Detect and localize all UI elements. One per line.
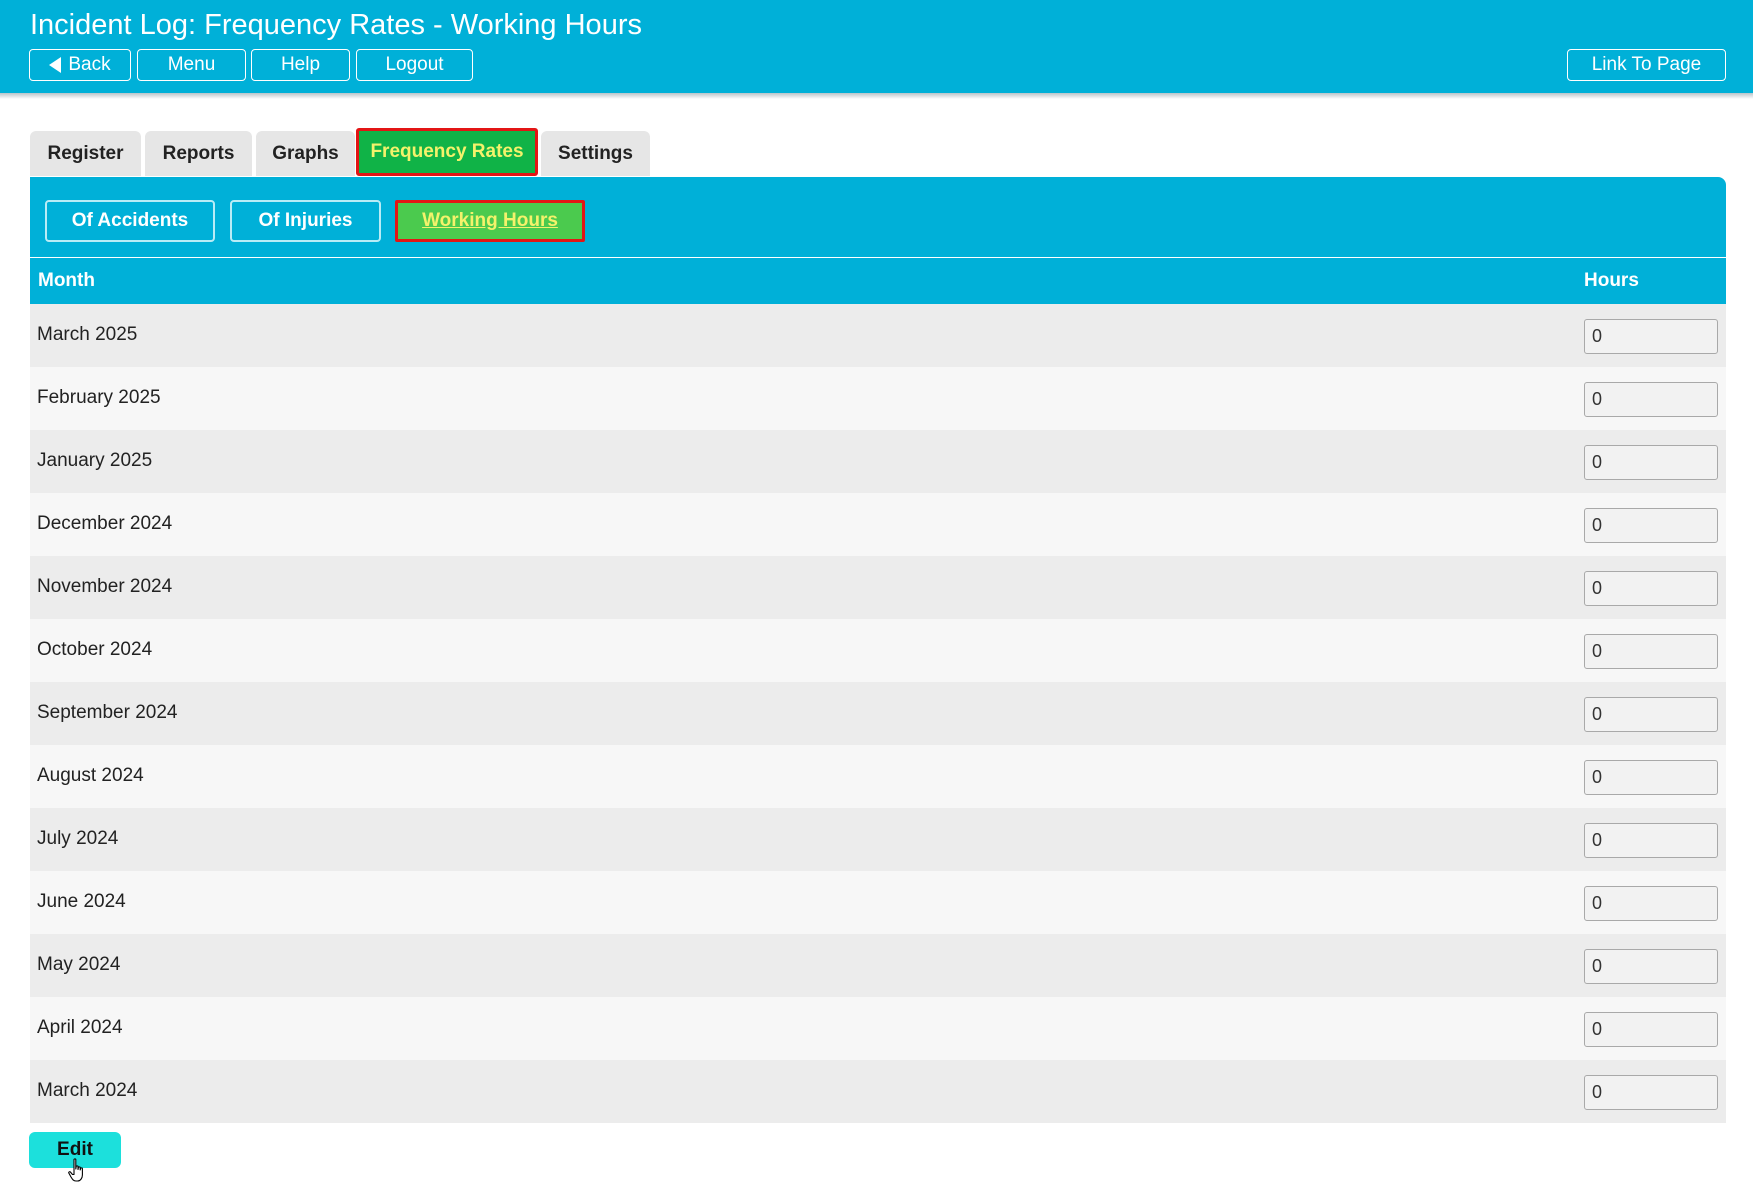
hours-input[interactable] — [1584, 949, 1718, 984]
hours-input[interactable] — [1584, 823, 1718, 858]
header-divider — [0, 93, 1753, 99]
table-row: April 2024 — [30, 997, 1726, 1060]
working-hours-table: March 2025 February 2025 January 2025 De… — [30, 304, 1726, 1123]
table-row: August 2024 — [30, 745, 1726, 808]
hours-input[interactable] — [1584, 382, 1718, 417]
row-month: October 2024 — [37, 639, 153, 660]
row-month: April 2024 — [37, 1017, 123, 1038]
tab-frequency-rates[interactable]: Frequency Rates — [356, 128, 538, 176]
tab-reports[interactable]: Reports — [145, 131, 252, 176]
table-header: Month Hours — [30, 258, 1726, 304]
link-to-page-button[interactable]: Link To Page — [1567, 49, 1726, 81]
row-month: July 2024 — [37, 828, 119, 849]
row-month: March 2025 — [37, 324, 138, 345]
hours-input[interactable] — [1584, 634, 1718, 669]
menu-button[interactable]: Menu — [137, 49, 246, 81]
help-button[interactable]: Help — [251, 49, 350, 81]
back-button-label: Back — [68, 54, 111, 75]
hours-input[interactable] — [1584, 571, 1718, 606]
link-to-page-label: Link To Page — [1591, 54, 1702, 75]
row-month: February 2025 — [37, 387, 161, 408]
column-header-month: Month — [38, 270, 95, 291]
help-button-label: Help — [280, 54, 321, 75]
row-month: June 2024 — [37, 891, 126, 912]
app-header: Incident Log: Frequency Rates - Working … — [0, 0, 1753, 93]
row-month: November 2024 — [37, 576, 173, 597]
table-row: June 2024 — [30, 871, 1726, 934]
row-month: December 2024 — [37, 513, 173, 534]
row-month: September 2024 — [37, 702, 178, 723]
subtab-of-accidents[interactable]: Of Accidents — [45, 200, 215, 242]
table-row: March 2024 — [30, 1060, 1726, 1123]
table-row: January 2025 — [30, 430, 1726, 493]
hours-input[interactable] — [1584, 319, 1718, 354]
row-month: January 2025 — [37, 450, 153, 471]
hours-input[interactable] — [1584, 886, 1718, 921]
table-row: September 2024 — [30, 682, 1726, 745]
table-row: October 2024 — [30, 619, 1726, 682]
hours-input[interactable] — [1584, 1012, 1718, 1047]
page-title: Incident Log: Frequency Rates - Working … — [30, 9, 642, 41]
table-row: May 2024 — [30, 934, 1726, 997]
logout-button[interactable]: Logout — [356, 49, 473, 81]
back-button[interactable]: Back — [29, 49, 131, 81]
table-row: July 2024 — [30, 808, 1726, 871]
menu-button-label: Menu — [167, 54, 216, 75]
tab-graphs[interactable]: Graphs — [256, 131, 355, 176]
logout-button-label: Logout — [385, 54, 444, 75]
row-month: May 2024 — [37, 954, 121, 975]
column-header-hours: Hours — [1584, 270, 1639, 291]
table-row: December 2024 — [30, 493, 1726, 556]
subtab-working-hours[interactable]: Working Hours — [395, 200, 585, 242]
table-row: March 2025 — [30, 304, 1726, 367]
row-month: August 2024 — [37, 765, 144, 786]
table-row: November 2024 — [30, 556, 1726, 619]
tab-register[interactable]: Register — [30, 131, 141, 176]
row-month: March 2024 — [37, 1080, 138, 1101]
subtab-of-injuries[interactable]: Of Injuries — [230, 200, 381, 242]
hand-pointer-icon — [68, 1158, 83, 1182]
table-row: February 2025 — [30, 367, 1726, 430]
back-arrow-icon — [49, 57, 62, 73]
hours-input[interactable] — [1584, 1075, 1718, 1110]
hours-input[interactable] — [1584, 760, 1718, 795]
tab-settings[interactable]: Settings — [541, 131, 650, 176]
hours-input[interactable] — [1584, 697, 1718, 732]
hours-input[interactable] — [1584, 508, 1718, 543]
hours-input[interactable] — [1584, 445, 1718, 480]
